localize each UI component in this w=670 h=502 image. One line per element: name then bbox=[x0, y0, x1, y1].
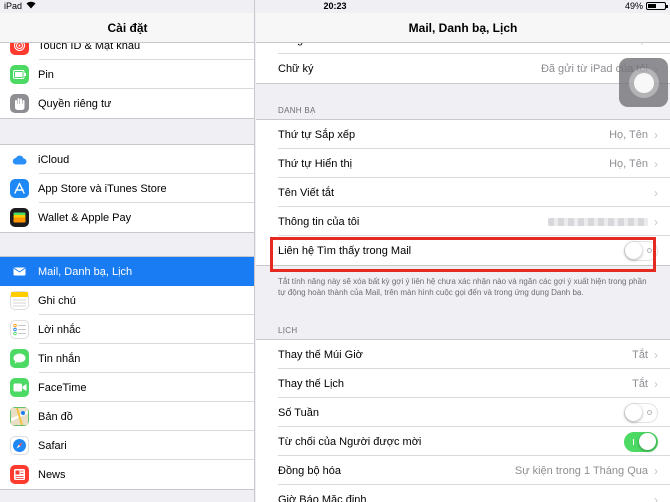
sort-order-row[interactable]: Thứ tự Sắp xếp Họ, Tên › bbox=[256, 120, 670, 149]
sidebar-item-mail-contacts-calendars[interactable]: Mail, Danh bạ, Lịch bbox=[0, 257, 254, 286]
reminders-icon bbox=[10, 320, 29, 339]
news-icon bbox=[10, 465, 29, 484]
sidebar-group-apps: Mail, Danh bạ, Lịch Ghi chú Lời nhắc Tin… bbox=[0, 256, 254, 490]
invitee-declines-row: Từ chối của Người được mời bbox=[256, 427, 670, 456]
detail-title: Mail, Danh bạ, Lịch bbox=[256, 13, 670, 43]
mail-icon bbox=[10, 262, 29, 281]
contacts-section-header: DANH BẠ bbox=[278, 106, 316, 115]
sidebar-item-news[interactable]: News bbox=[0, 460, 254, 489]
time-zone-override-row[interactable]: Thay thế Múi Giờ Tắt › bbox=[256, 340, 670, 369]
my-info-value-blurred bbox=[548, 217, 648, 226]
sidebar-group-security: Touch ID & Mật khẩu Pin Quyền riêng tư bbox=[0, 30, 254, 119]
wallet-icon bbox=[10, 208, 29, 227]
hand-icon bbox=[10, 94, 29, 113]
cloud-icon bbox=[10, 150, 29, 169]
week-numbers-row: Số Tuần bbox=[256, 398, 670, 427]
app-store-icon bbox=[10, 179, 29, 198]
detail-pane: Mail, Danh bạ, Lịch Tăng Mức Trích dẫn B… bbox=[256, 0, 670, 502]
sidebar-item-icloud[interactable]: iCloud bbox=[0, 145, 254, 174]
found-in-mail-footnote: Tắt tính năng này sẽ xóa bất kỳ gợi ý li… bbox=[278, 277, 647, 297]
battery-level-icon bbox=[646, 2, 668, 10]
short-name-row[interactable]: Tên Viết tắt › bbox=[256, 178, 670, 207]
chevron-right-icon: › bbox=[654, 347, 658, 362]
chevron-right-icon: › bbox=[654, 214, 658, 229]
battery-icon bbox=[10, 65, 29, 84]
chevron-right-icon: › bbox=[654, 376, 658, 391]
chevron-right-icon: › bbox=[654, 156, 658, 171]
sidebar-item-safari[interactable]: Safari bbox=[0, 431, 254, 460]
messages-icon bbox=[10, 349, 29, 368]
sync-row[interactable]: Đồng bộ hóa Sự kiện trong 1 Tháng Qua › bbox=[256, 456, 670, 485]
highlight-annotation-box bbox=[270, 237, 656, 272]
sidebar-item-notes[interactable]: Ghi chú bbox=[0, 286, 254, 315]
maps-icon bbox=[10, 407, 29, 426]
status-bar: iPad 20:23 49% bbox=[0, 0, 670, 13]
safari-icon bbox=[10, 436, 29, 455]
battery-percent: 49% bbox=[624, 1, 643, 11]
sidebar-item-battery[interactable]: Pin bbox=[0, 60, 254, 89]
facetime-icon bbox=[10, 378, 29, 397]
sidebar-item-wallet[interactable]: Wallet & Apple Pay bbox=[0, 203, 254, 232]
calendar-settings-group: Thay thế Múi Giờ Tắt › Thay thế Lịch Tắt… bbox=[256, 339, 670, 502]
sidebar-item-app-store[interactable]: App Store và iTunes Store bbox=[0, 174, 254, 203]
alternate-calendars-row[interactable]: Thay thế Lịch Tắt › bbox=[256, 369, 670, 398]
calendar-section-header: LỊCH bbox=[278, 326, 298, 335]
my-info-row[interactable]: Thông tin của tôi › bbox=[256, 207, 670, 236]
assistive-touch-button[interactable] bbox=[619, 58, 668, 107]
week-numbers-toggle[interactable] bbox=[624, 402, 658, 423]
chevron-right-icon: › bbox=[654, 185, 658, 200]
sidebar-group-accounts: iCloud App Store và iTunes Store Wallet … bbox=[0, 144, 254, 233]
sidebar-item-privacy[interactable]: Quyền riêng tư bbox=[0, 89, 254, 118]
invitee-declines-toggle[interactable] bbox=[624, 431, 658, 452]
chevron-right-icon: › bbox=[654, 127, 658, 142]
signature-row[interactable]: Chữ ký Đã gửi từ iPad của tôi › bbox=[256, 54, 670, 83]
display-order-row[interactable]: Thứ tự Hiển thị Họ, Tên › bbox=[256, 149, 670, 178]
notes-icon bbox=[10, 291, 29, 310]
sidebar-item-messages[interactable]: Tin nhắn bbox=[0, 344, 254, 373]
sidebar-item-maps[interactable]: Bản đồ bbox=[0, 402, 254, 431]
status-time: 20:23 bbox=[323, 1, 347, 11]
chevron-right-icon: › bbox=[654, 463, 658, 478]
sidebar-title: Cài đặt bbox=[0, 13, 254, 43]
sidebar-item-reminders[interactable]: Lời nhắc bbox=[0, 315, 254, 344]
sidebar-item-facetime[interactable]: FaceTime bbox=[0, 373, 254, 402]
chevron-right-icon: › bbox=[654, 492, 658, 502]
default-alert-times-row[interactable]: Giờ Báo Mặc định › bbox=[256, 485, 670, 502]
settings-sidebar: Cài đặt Touch ID & Mật khẩu Pin Quyền ri… bbox=[0, 0, 255, 502]
